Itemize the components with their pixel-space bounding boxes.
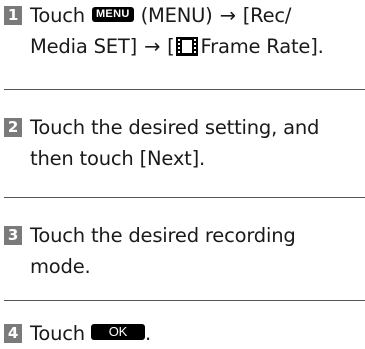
step-1: 1 Touch MENU (MENU) → [Rec/ Media SET] → … [4,0,359,65]
step-2: 2 Touch the desired setting, and then tou… [4,112,359,174]
step-3-line-2: mode. [4,251,359,282]
step-1-line-2: Media SET] → [ Frame Rate]. [4,31,359,65]
period-text: . [144,322,151,345]
step-number-4: 4 [4,324,22,343]
divider-3 [4,300,365,301]
step-number-3: 3 [4,226,22,245]
divider-2 [4,197,365,198]
step-2-text-line-2: then touch [Next]. [30,147,206,170]
step-3-text-line-2: mode. [30,255,91,278]
step-3-text-line-1: Touch the desired recording [30,224,296,247]
bracket-open-text: [ [167,35,175,58]
ok-button-badge: OK [90,324,145,340]
step-2-line-2: then touch [Next]. [4,143,359,174]
step-2-line-1: 2 Touch the desired setting, and [4,112,359,143]
arrow-icon: → [219,4,236,27]
step-3-line-1: 3 Touch the desired recording [4,220,359,251]
rec-menu-text: [Rec/ [242,4,292,27]
step-4: 4 Touch OK. [4,318,359,349]
step-number-1: 1 [4,6,22,25]
arrow-icon: → [143,35,161,58]
step-1-line-1: 1 Touch MENU (MENU) → [Rec/ [4,0,359,31]
step-2-text-line-1: Touch the desired setting, and [30,116,320,139]
frame-rate-text: Frame Rate]. [200,35,324,58]
touch-text: Touch [30,4,85,27]
divider-1 [4,89,365,90]
media-set-text: Media SET] [30,35,137,58]
touch-text: Touch [30,322,85,345]
step-4-line-1: 4 Touch OK. [4,318,359,349]
step-3: 3 Touch the desired recording mode. [4,220,359,282]
film-frame-icon [175,34,198,65]
menu-paren-text: (MENU) [140,4,213,27]
step-number-2: 2 [4,118,22,137]
menu-button-badge: MENU [91,7,134,22]
